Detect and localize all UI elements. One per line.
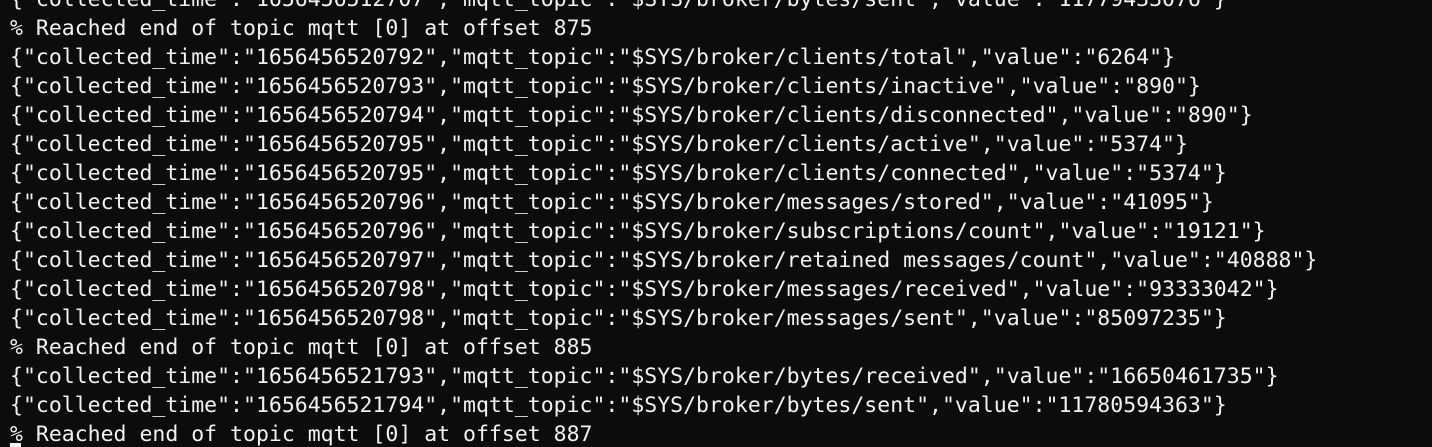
terminal-line: {"collected_time":"1656456520793","mqtt_… xyxy=(10,74,1201,99)
terminal-line: {"collected_time":"1656456521794","mqtt_… xyxy=(10,393,1227,418)
terminal-line: {"collected_time":"1656456512707","mqtt_… xyxy=(10,0,1317,14)
terminal-line: {"collected_time":"1656456520795","mqtt_… xyxy=(10,161,1227,186)
terminal-line: % Reached end of topic mqtt [0] at offse… xyxy=(10,335,593,360)
terminal-line: {"collected_time":"1656456520794","mqtt_… xyxy=(10,103,1253,128)
terminal-line: % Reached end of topic mqtt [0] at offse… xyxy=(10,422,593,447)
terminal-line: {"collected_time":"1656456520797","mqtt_… xyxy=(10,248,1318,273)
terminal-window[interactable]: {"collected_time":"1656456512707","mqtt_… xyxy=(0,0,1432,447)
terminal-line: {"collected_time":"1656456520798","mqtt_… xyxy=(10,277,1279,302)
terminal-line: {"collected_time":"1656456520792","mqtt_… xyxy=(10,45,1175,70)
terminal-line: {"collected_time":"1656456520795","mqtt_… xyxy=(10,132,1188,157)
terminal-line: {"collected_time":"1656456520796","mqtt_… xyxy=(10,219,1266,244)
terminal-line: {"collected_time":"1656456520798","mqtt_… xyxy=(10,306,1227,331)
terminal-line: {"collected_time":"1656456521793","mqtt_… xyxy=(10,364,1279,389)
terminal-line: % Reached end of topic mqtt [0] at offse… xyxy=(10,16,593,41)
terminal-line: {"collected_time":"1656456520796","mqtt_… xyxy=(10,190,1214,215)
text-cursor xyxy=(10,443,21,447)
terminal-output: {"collected_time":"1656456512707","mqtt_… xyxy=(10,0,1317,447)
